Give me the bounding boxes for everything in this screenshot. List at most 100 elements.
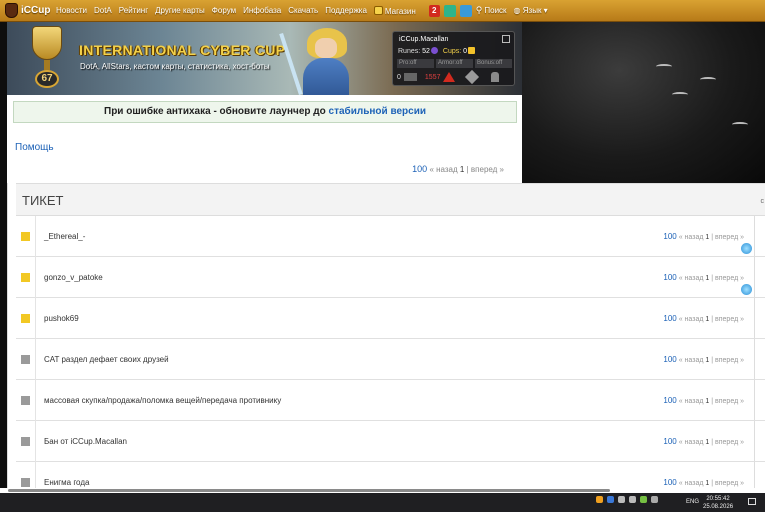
armor-status[interactable]: Armor:off bbox=[436, 59, 473, 68]
microphone-icon[interactable] bbox=[651, 496, 658, 503]
next-page-link[interactable]: вперед » bbox=[715, 275, 744, 282]
language-label: Язык bbox=[522, 6, 542, 15]
prev-page-link[interactable]: « назад bbox=[679, 275, 704, 282]
alert-count: 1557 bbox=[424, 73, 441, 81]
system-tray bbox=[596, 496, 662, 503]
per-page-link[interactable]: 100 bbox=[663, 314, 676, 323]
runes-label: Runes: bbox=[398, 48, 421, 55]
ticket-title[interactable]: Бан от iCCup.Macallan bbox=[44, 437, 127, 446]
per-page-link[interactable]: 100 bbox=[663, 355, 676, 364]
ticket-title[interactable]: gonzo_v_patoke bbox=[44, 273, 103, 282]
next-page-link[interactable]: вперед » bbox=[471, 165, 504, 174]
per-page-link[interactable]: 100 bbox=[663, 273, 676, 282]
ticket-pagination: 100 « назад 1 | вперед » bbox=[663, 232, 744, 241]
chevron-down-icon: ▾ bbox=[541, 6, 548, 15]
site-logo[interactable]: iCCup bbox=[0, 3, 56, 18]
ticket-row[interactable]: массовая скупка/продажа/поломка вещей/пе… bbox=[16, 380, 754, 421]
globe-icon: ◍ bbox=[513, 6, 523, 15]
prev-page-link[interactable]: « назад bbox=[679, 357, 704, 364]
per-page-link[interactable]: 100 bbox=[663, 437, 676, 446]
background-art bbox=[522, 22, 765, 183]
profile-currency: Runes: 52 Cups: 0 bbox=[398, 47, 476, 55]
pager-separator: | bbox=[711, 480, 714, 487]
app-tray-icon[interactable] bbox=[596, 496, 603, 503]
ticket-row[interactable]: Бан от iCCup.Macallan 100 « назад 1 | впе… bbox=[16, 421, 754, 462]
prev-page-link[interactable]: « назад bbox=[679, 480, 704, 487]
settings-icon[interactable] bbox=[465, 69, 480, 85]
messages-icon[interactable] bbox=[443, 4, 456, 17]
nvidia-icon[interactable] bbox=[640, 496, 647, 503]
ticket-title[interactable]: CAT раздел дефает своих друзей bbox=[44, 355, 169, 364]
nav-item-forum[interactable]: Форум bbox=[212, 6, 236, 15]
current-page: 1 bbox=[705, 480, 710, 487]
column-divider bbox=[35, 380, 36, 421]
nav-item-news[interactable]: Новости bbox=[56, 6, 87, 15]
cloud-icon[interactable] bbox=[607, 496, 614, 503]
next-page-link[interactable]: вперед » bbox=[715, 398, 744, 405]
next-page-link[interactable]: вперед » bbox=[715, 316, 744, 323]
ticket-row[interactable]: _Ethereal_- 100 « назад 1 | вперед » bbox=[16, 216, 754, 257]
profile-actions: 0 1557 bbox=[397, 69, 500, 85]
prev-page-link[interactable]: « назад bbox=[429, 165, 457, 174]
pro-status[interactable]: Pro:off bbox=[397, 59, 434, 68]
per-page-link[interactable]: 100 bbox=[663, 478, 676, 487]
logout-icon[interactable] bbox=[502, 35, 510, 43]
current-page: 1 bbox=[705, 439, 710, 446]
ticket-pagination: 100 « назад 1 | вперед » bbox=[663, 478, 744, 487]
warning-icon[interactable] bbox=[443, 72, 456, 82]
scrollbar-thumb[interactable] bbox=[8, 489, 610, 492]
mail-icon[interactable] bbox=[403, 73, 417, 81]
ticket-row[interactable]: pushok69 100 « назад 1 | вперед » bbox=[16, 298, 754, 339]
nav-item-infobase[interactable]: Инфобаза bbox=[243, 6, 281, 15]
hero-illustration bbox=[279, 24, 375, 95]
per-page-link[interactable]: 100 bbox=[412, 164, 427, 174]
antihack-notice: При ошибке антихака - обновите лаунчер д… bbox=[13, 101, 517, 123]
row-side-cell bbox=[754, 380, 765, 421]
status-indicator bbox=[21, 437, 30, 446]
nav-item-support[interactable]: Поддержка bbox=[325, 6, 367, 15]
per-page-link[interactable]: 100 bbox=[663, 396, 676, 405]
prev-page-link[interactable]: « назад bbox=[679, 234, 704, 241]
ticket-title[interactable]: массовая скупка/продажа/поломка вещей/пе… bbox=[44, 396, 281, 405]
system-clock[interactable]: 20:55:42 25.08.2026 bbox=[703, 495, 733, 511]
keyboard-language[interactable]: ENG bbox=[686, 499, 699, 505]
row-side-cell bbox=[754, 462, 765, 488]
status-indicator bbox=[21, 273, 30, 282]
prev-page-link[interactable]: « назад bbox=[679, 398, 704, 405]
per-page-link[interactable]: 100 bbox=[663, 232, 676, 241]
friends-icon[interactable] bbox=[459, 4, 472, 17]
current-page: 1 bbox=[705, 234, 710, 241]
next-page-link[interactable]: вперед » bbox=[715, 439, 744, 446]
nav-item-rating[interactable]: Рейтинг bbox=[119, 6, 148, 15]
prev-page-link[interactable]: « назад bbox=[679, 316, 704, 323]
ticket-title[interactable]: _Ethereal_- bbox=[44, 232, 85, 241]
profile-icon[interactable] bbox=[491, 72, 500, 82]
profile-name[interactable]: iCCup.Macallan bbox=[399, 36, 448, 43]
ticket-row[interactable]: gonzo_v_patoke 100 « назад 1 | вперед » bbox=[16, 257, 754, 298]
bonus-status[interactable]: Bonus:off bbox=[475, 59, 512, 68]
nav-item-shop[interactable]: Магазин bbox=[373, 5, 416, 16]
pager-separator: | bbox=[711, 234, 714, 241]
network-icon[interactable] bbox=[629, 496, 636, 503]
nav-item-other-maps[interactable]: Другие карты bbox=[155, 6, 205, 15]
ticket-header-title: ТИКЕТ bbox=[22, 193, 64, 208]
next-page-link[interactable]: вперед » bbox=[715, 357, 744, 364]
notifications-icon[interactable] bbox=[748, 498, 756, 505]
prev-page-link[interactable]: « назад bbox=[679, 439, 704, 446]
pager-separator: | bbox=[711, 275, 714, 282]
search-button[interactable]: ⚲ Поиск bbox=[476, 5, 507, 16]
volume-icon[interactable] bbox=[618, 496, 625, 503]
nav-item-download[interactable]: Скачать bbox=[288, 6, 318, 15]
logo-text: iCCup bbox=[21, 5, 51, 16]
notification-badge[interactable]: 2 bbox=[428, 4, 440, 17]
ticket-title[interactable]: Енигма года bbox=[44, 478, 89, 487]
nav-item-dota[interactable]: DotA bbox=[94, 6, 112, 15]
help-link[interactable]: Помощь bbox=[15, 142, 54, 153]
next-page-link[interactable]: вперед » bbox=[715, 480, 744, 487]
ticket-row[interactable]: Енигма года 100 « назад 1 | вперед » bbox=[16, 462, 754, 488]
language-dropdown[interactable]: ◍ Язык ▾ bbox=[514, 6, 548, 15]
next-page-link[interactable]: вперед » bbox=[715, 234, 744, 241]
stable-version-link[interactable]: стабильной версии bbox=[329, 106, 426, 117]
ticket-title[interactable]: pushok69 bbox=[44, 314, 79, 323]
ticket-row[interactable]: CAT раздел дефает своих друзей 100 « наза… bbox=[16, 339, 754, 380]
